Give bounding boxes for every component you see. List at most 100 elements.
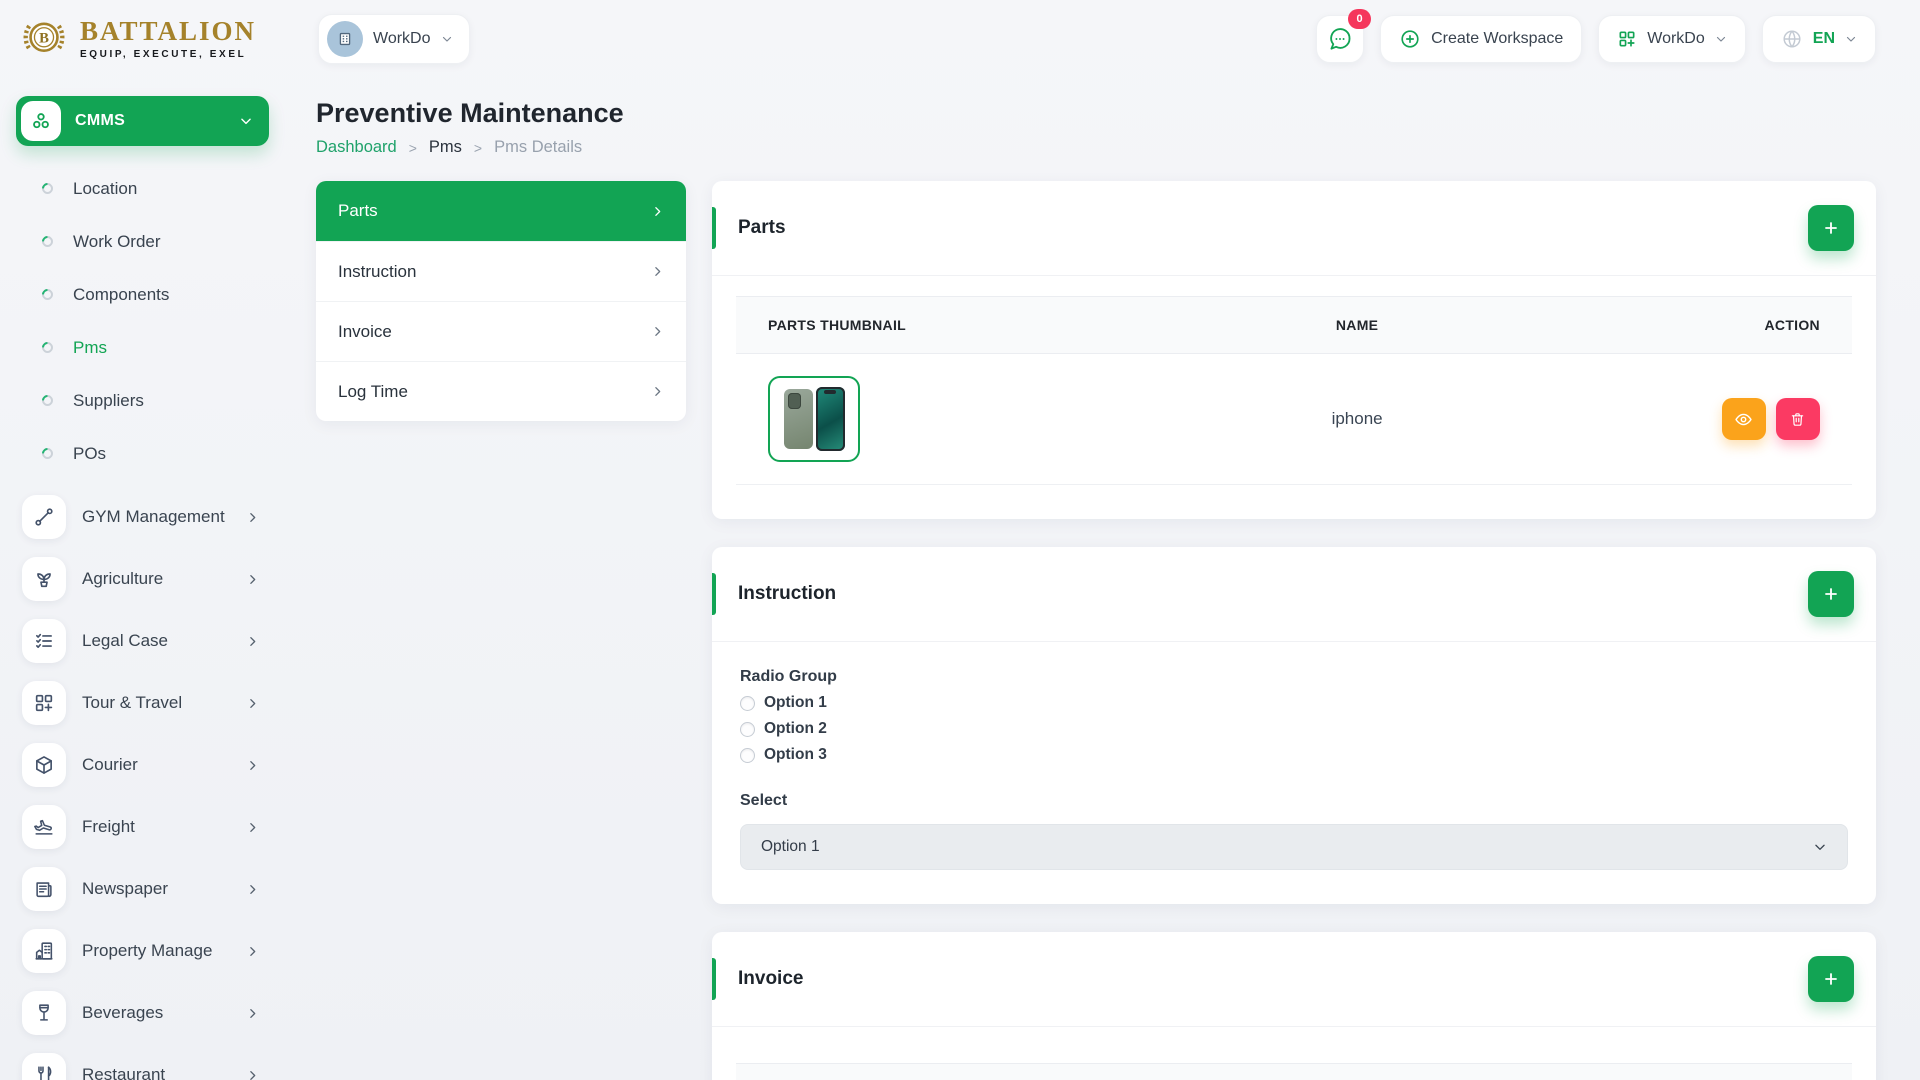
sidebar-item-agriculture[interactable]: Agriculture	[0, 548, 285, 610]
chevron-right-icon	[246, 635, 259, 648]
sidebar-item-label: Components	[73, 285, 169, 305]
sidebar-item-beverages[interactable]: Beverages	[0, 982, 285, 1044]
chevron-down-icon	[1845, 33, 1857, 45]
messages-button[interactable]: 0	[1316, 15, 1364, 63]
radio-option-label: Option 1	[764, 694, 827, 712]
invoice-table-header	[736, 1063, 1852, 1080]
sidebar-item-property-manage[interactable]: Property Manage	[0, 920, 285, 982]
tab-instruction[interactable]: Instruction	[316, 241, 686, 301]
parts-card: Parts PARTS THUMBNAIL NAME ACTION	[712, 181, 1876, 519]
chevron-down-icon	[1715, 33, 1727, 45]
modules-menu: GYM Management Agriculture	[0, 482, 285, 1080]
sections-stack: Parts PARTS THUMBNAIL NAME ACTION	[712, 181, 1876, 1080]
invoice-card-header: Invoice	[712, 932, 1876, 1026]
sidebar-item-gym-management[interactable]: GYM Management	[0, 486, 285, 548]
brand-logo: B BATTALION EQUIP, EXECUTE, EXEL	[0, 0, 285, 78]
topbar-right: 0 Create Workspace WorkDo	[1316, 15, 1876, 63]
plus-icon	[1821, 584, 1841, 604]
workspace-pill[interactable]: WorkDo	[318, 14, 470, 64]
breadcrumb-dashboard-link[interactable]: Dashboard	[316, 138, 397, 157]
instruction-card-title: Instruction	[738, 583, 836, 605]
parts-thumbnail-cell	[768, 376, 1105, 462]
bullet-icon	[40, 340, 56, 356]
chevron-right-icon	[651, 265, 664, 278]
sidebar-item-location[interactable]: Location	[0, 162, 285, 215]
instruction-card-header: Instruction	[712, 547, 1876, 641]
delete-part-button[interactable]	[1776, 398, 1820, 440]
sidebar-item-label: GYM Management	[82, 507, 225, 527]
parts-table: PARTS THUMBNAIL NAME ACTION	[736, 296, 1852, 485]
tab-log-time[interactable]: Log Time	[316, 361, 686, 421]
iphone-front-graphic	[816, 387, 845, 451]
sidebar-item-components[interactable]: Components	[0, 268, 285, 321]
instruction-select[interactable]: Option 1	[740, 824, 1848, 870]
add-invoice-button[interactable]	[1808, 956, 1854, 1002]
chevron-down-icon	[1813, 840, 1827, 854]
wine-glass-icon	[22, 991, 66, 1035]
chevron-right-icon	[651, 385, 664, 398]
sidebar-item-newspaper[interactable]: Newspaper	[0, 858, 285, 920]
sidebar-item-label: Newspaper	[82, 879, 168, 899]
sidebar-item-label: Freight	[82, 817, 135, 837]
sidebar-item-label: POs	[73, 444, 106, 464]
sidebar-item-legal-case[interactable]: Legal Case	[0, 610, 285, 672]
radio-option-1[interactable]: Option 1	[740, 694, 1848, 712]
sidebar-item-suppliers[interactable]: Suppliers	[0, 374, 285, 427]
accent-bar	[712, 958, 716, 1000]
table-row: iphone	[736, 354, 1852, 485]
brand-tagline: EQUIP, EXECUTE, EXEL	[80, 49, 256, 60]
view-part-button[interactable]	[1722, 398, 1766, 440]
sidebar-item-pos[interactable]: POs	[0, 427, 285, 480]
sidebar-item-restaurant[interactable]: Restaurant	[0, 1044, 285, 1080]
bullet-icon	[40, 234, 56, 250]
bullet-icon	[40, 181, 56, 197]
iphone-thumbnail-image[interactable]	[768, 376, 860, 462]
breadcrumb-separator: >	[409, 140, 417, 156]
tab-parts[interactable]: Parts	[316, 181, 686, 241]
iphone-back-graphic	[784, 389, 813, 449]
grid-plus-icon	[22, 681, 66, 725]
plane-icon	[22, 805, 66, 849]
building-icon	[22, 929, 66, 973]
chevron-right-icon	[651, 325, 664, 338]
instruction-body: Radio Group Option 1 Option 2	[712, 642, 1876, 904]
tab-invoice[interactable]: Invoice	[316, 301, 686, 361]
sidebar-item-pms[interactable]: Pms	[0, 321, 285, 374]
create-workspace-button[interactable]: Create Workspace	[1380, 15, 1582, 63]
bullet-icon	[40, 287, 56, 303]
breadcrumb-pms: Pms	[429, 138, 462, 157]
workspace-switcher[interactable]: WorkDo	[1598, 15, 1746, 63]
divider	[712, 275, 1876, 276]
parts-card-title: Parts	[738, 217, 786, 239]
breadcrumb-separator: >	[474, 140, 482, 156]
cutlery-icon	[22, 1053, 66, 1080]
language-selector[interactable]: EN	[1762, 15, 1876, 63]
radio-option-3[interactable]: Option 3	[740, 746, 1848, 764]
sidebar: B BATTALION EQUIP, EXECUTE, EXEL CMMS Lo…	[0, 0, 285, 1080]
sidebar-item-cmms[interactable]: CMMS	[16, 96, 269, 146]
chevron-right-icon	[246, 883, 259, 896]
sidebar-item-label: Legal Case	[82, 631, 168, 651]
newspaper-icon	[22, 867, 66, 911]
part-name: iphone	[1105, 409, 1610, 429]
radio-option-label: Option 3	[764, 746, 827, 764]
sidebar-item-label: Beverages	[82, 1003, 163, 1023]
sidebar-item-work-order[interactable]: Work Order	[0, 215, 285, 268]
column-header-thumbnail: PARTS THUMBNAIL	[768, 317, 1105, 333]
radio-option-2[interactable]: Option 2	[740, 720, 1848, 738]
sidebar-item-label: Work Order	[73, 232, 161, 252]
sidebar-item-freight[interactable]: Freight	[0, 796, 285, 858]
chevron-right-icon	[246, 1007, 259, 1020]
package-icon	[22, 743, 66, 787]
sidebar-item-tour-travel[interactable]: Tour & Travel	[0, 672, 285, 734]
language-label: EN	[1813, 30, 1835, 48]
sidebar-item-courier[interactable]: Courier	[0, 734, 285, 796]
parts-card-header: Parts	[712, 181, 1876, 275]
plus-circle-icon	[1399, 28, 1421, 50]
cmms-module-icon	[21, 101, 61, 141]
add-instruction-button[interactable]	[1808, 571, 1854, 617]
brand-name: BATTALION	[80, 18, 256, 45]
breadcrumb-pms-details: Pms Details	[494, 138, 582, 157]
chat-bubble-icon	[1327, 26, 1353, 52]
add-part-button[interactable]	[1808, 205, 1854, 251]
